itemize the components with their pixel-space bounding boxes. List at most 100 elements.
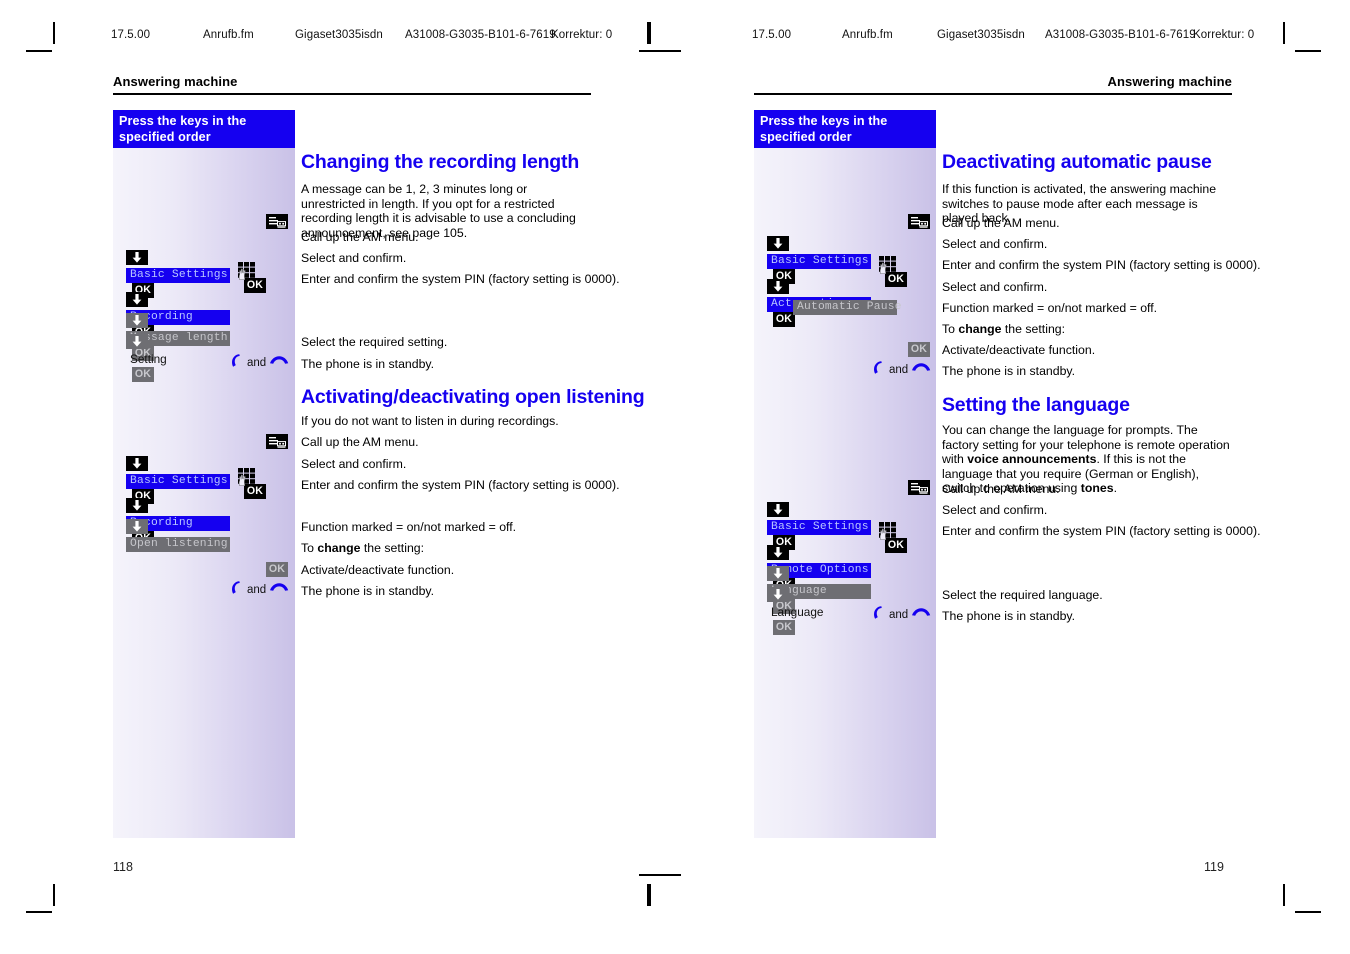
arrow-down-icon[interactable]	[126, 498, 148, 513]
crop-mark	[53, 884, 55, 906]
step-keys: and	[870, 605, 931, 625]
step-keys: Language OK	[767, 587, 871, 635]
slug-product: Gigaset3035isdn	[295, 29, 383, 41]
section-heading: Changing the recording length	[301, 151, 580, 173]
ok-key[interactable]: OK	[266, 562, 288, 577]
handset-hangup-icon[interactable]	[269, 353, 289, 373]
step-text: Activate/deactivate function.	[942, 343, 1096, 357]
menu-item-automatic-pause[interactable]: Automatic Pause	[793, 300, 902, 315]
ok-key[interactable]: OK	[908, 342, 930, 357]
step-keys: Open listening	[126, 519, 230, 552]
slug-product: Gigaset3035isdn	[937, 29, 1025, 41]
menu-item-basic-settings[interactable]: Basic Settings	[126, 268, 230, 283]
menu-item-language[interactable]: Language	[767, 605, 871, 620]
section-intro: If you do not want to listen in during r…	[301, 414, 559, 428]
keypad-hand-icon[interactable]	[877, 256, 899, 274]
running-head: Answering machine	[113, 74, 238, 89]
intro-part-bold: voice announcements	[967, 452, 1097, 467]
menu-item-setting[interactable]: Setting	[126, 352, 230, 367]
ok-key[interactable]: OK	[244, 484, 266, 499]
step-keys	[908, 480, 930, 495]
arrow-down-icon[interactable]	[126, 334, 148, 349]
menu-item-basic-settings[interactable]: Basic Settings	[126, 474, 230, 489]
arrow-down-icon[interactable]	[767, 566, 789, 581]
step-text: Select and confirm.	[301, 251, 407, 265]
am-menu-cassette-icon[interactable]	[266, 434, 288, 449]
note-text: Function marked = on/not marked = off.	[301, 520, 517, 534]
handset-hangup-icon[interactable]	[911, 605, 931, 625]
crop-mark	[26, 911, 52, 913]
keypad-hand-icon[interactable]	[236, 262, 258, 280]
step-keys: Setting OK	[126, 334, 230, 382]
handset-pickup-icon[interactable]	[228, 580, 244, 600]
ok-key[interactable]: OK	[773, 312, 795, 327]
ok-key[interactable]: OK	[244, 278, 266, 293]
handset-hangup-icon[interactable]	[911, 360, 931, 380]
arrow-down-icon[interactable]	[126, 292, 148, 307]
menu-item-basic-settings[interactable]: Basic Settings	[767, 254, 871, 269]
step-text: Select the required language.	[942, 588, 1103, 602]
am-menu-cassette-icon[interactable]	[908, 480, 930, 495]
handset-pickup-icon[interactable]	[870, 360, 886, 380]
step-text: Select the required setting.	[301, 335, 448, 349]
arrow-down-icon[interactable]	[767, 587, 789, 602]
step-keys: OK	[266, 562, 288, 577]
arrow-down-icon[interactable]	[767, 236, 789, 251]
am-menu-cassette-icon[interactable]	[908, 214, 930, 229]
crop-mark	[649, 22, 651, 44]
step-text: Enter and confirm the system PIN (factor…	[942, 258, 1261, 272]
crop-mark	[1295, 911, 1321, 913]
am-menu-cassette-icon[interactable]	[266, 214, 288, 229]
slug-docid: A31008-G3035-B101-6-7619	[1045, 29, 1196, 41]
handset-pickup-icon[interactable]	[870, 605, 886, 625]
step-text: Select and confirm.	[942, 503, 1048, 517]
step-text: Select and confirm.	[301, 457, 407, 471]
slug-docid: A31008-G3035-B101-6-7619	[405, 29, 556, 41]
arrow-down-icon[interactable]	[767, 279, 789, 294]
step-keys: Basic Settings OK	[126, 250, 230, 298]
note-text: Function marked = on/not marked = off.	[942, 301, 1158, 315]
section-heading: Activating/deactivating open listening	[301, 386, 645, 408]
menu-item-basic-settings[interactable]: Basic Settings	[767, 520, 871, 535]
ok-key[interactable]: OK	[132, 367, 154, 382]
note-bold: change	[317, 541, 361, 555]
menu-item-open-listening[interactable]: Open listening	[126, 537, 230, 552]
crop-mark	[639, 50, 665, 52]
crop-mark	[639, 874, 665, 876]
ok-key[interactable]: OK	[885, 538, 907, 553]
slug-korrektur: Korrektur: 0	[1193, 29, 1255, 41]
running-head: Answering machine	[1107, 74, 1232, 89]
step-keys	[266, 214, 288, 229]
ok-key[interactable]: OK	[773, 620, 795, 635]
slug-date: 17.5.00	[111, 29, 151, 41]
arrow-down-icon[interactable]	[126, 313, 148, 328]
step-text: Select and confirm.	[942, 280, 1048, 294]
step-keys: OK	[236, 262, 266, 293]
arrow-down-icon[interactable]	[767, 545, 789, 560]
step-text: The phone is in standby.	[301, 584, 435, 598]
slug-date: 17.5.00	[752, 29, 792, 41]
page-left: 17.5.00 Anrufb.fm Gigaset3035isdn A31008…	[0, 0, 681, 954]
step-keys	[266, 434, 288, 449]
step-keys: OK	[877, 256, 907, 287]
arrow-down-icon[interactable]	[126, 456, 148, 471]
key-column-title: Press the keys in the specified order	[754, 110, 936, 148]
crop-mark	[1295, 50, 1321, 52]
page-right: 17.5.00 Anrufb.fm Gigaset3035isdn A31008…	[639, 0, 1350, 954]
section-heading: Deactivating automatic pause	[942, 151, 1212, 173]
step-text: Enter and confirm the system PIN (factor…	[301, 272, 620, 286]
page-number: 119	[1204, 860, 1224, 874]
and-label: and	[247, 584, 267, 596]
step-text: Enter and confirm the system PIN (factor…	[942, 524, 1261, 538]
arrow-down-icon[interactable]	[126, 250, 148, 265]
ok-key[interactable]: OK	[885, 272, 907, 287]
handset-hangup-icon[interactable]	[269, 580, 289, 600]
arrow-down-icon[interactable]	[767, 502, 789, 517]
key-column-title-text: Press the keys in the specified order	[119, 114, 247, 144]
arrow-down-icon[interactable]	[126, 519, 148, 534]
intro-part-bold: tones	[1080, 481, 1114, 496]
handset-pickup-icon[interactable]	[228, 353, 244, 373]
keypad-hand-icon[interactable]	[236, 468, 258, 486]
step-keys: and	[228, 353, 289, 373]
keypad-hand-icon[interactable]	[877, 522, 899, 540]
